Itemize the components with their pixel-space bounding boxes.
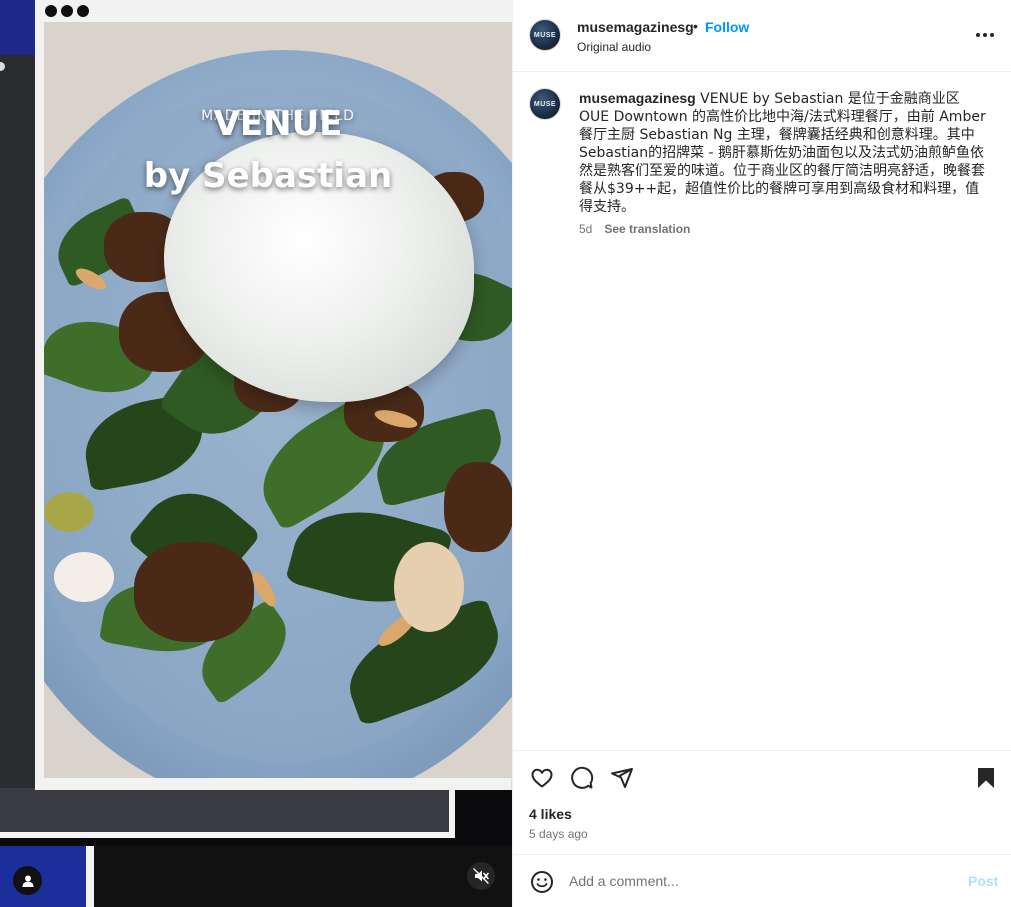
golden-raisin — [44, 492, 94, 532]
cauliflower-floret — [54, 552, 114, 602]
overlay-caption-by: by Sebastian — [143, 156, 393, 196]
header-separator: • — [693, 18, 698, 34]
post-details-panel: MUSE musemagazinesg • Follow Original au… — [512, 0, 1011, 907]
comment-input[interactable] — [569, 869, 949, 893]
heart-icon — [531, 768, 553, 788]
post-actions: 4 likes 5 days ago — [513, 750, 1011, 854]
likes-count[interactable]: 4 likes — [529, 806, 572, 822]
save-button[interactable] — [973, 765, 999, 791]
roasted-cauliflower — [444, 462, 512, 552]
caption-body: musemagazinesg VENUE by Sebastian 是位于金融商… — [579, 89, 989, 216]
comment-button[interactable] — [569, 765, 595, 791]
caption-text: VENUE by Sebastian 是位于金融商业区 OUE Downtown… — [579, 91, 986, 215]
header-username[interactable]: musemagazinesg — [577, 19, 694, 35]
muted-speaker-icon — [473, 868, 489, 884]
background-video-dark-panel — [0, 788, 455, 838]
share-button[interactable] — [609, 765, 635, 791]
window-dot-icon — [77, 5, 89, 17]
background-video-dark-left — [0, 55, 35, 790]
comment-icon — [571, 766, 594, 789]
background-video-black-bottom — [94, 846, 512, 907]
window-dot-icon — [61, 5, 73, 17]
user-icon — [22, 875, 33, 887]
background-divider — [86, 846, 94, 907]
caption-username[interactable]: musemagazinesg — [579, 90, 696, 106]
avatar[interactable]: MUSE — [529, 19, 561, 51]
screenshot-window-frame: MADE IN THE FIELD VENUE by Sebastian — [35, 0, 512, 790]
window-title-bar — [35, 0, 512, 22]
like-button[interactable] — [529, 765, 555, 791]
post-timestamp[interactable]: 5 days ago — [529, 827, 588, 841]
caption-age[interactable]: 5d — [579, 222, 592, 236]
overlay-caption-venue: VENUE — [213, 104, 343, 144]
bookmark-icon — [978, 768, 994, 788]
food-photo[interactable]: MADE IN THE FIELD VENUE by Sebastian — [44, 22, 512, 778]
emoji-icon — [531, 871, 553, 893]
window-dot-icon — [45, 5, 57, 17]
follow-button[interactable]: Follow — [705, 19, 749, 35]
more-options-button[interactable] — [973, 26, 997, 44]
media-pane: MADE IN THE FIELD VENUE by Sebastian — [0, 0, 512, 907]
more-dot-icon — [976, 33, 980, 37]
emoji-button[interactable] — [529, 869, 555, 895]
more-dot-icon — [983, 33, 987, 37]
avatar[interactable]: MUSE — [529, 88, 561, 120]
add-comment-bar: Post — [513, 854, 1011, 907]
tagged-users-button[interactable] — [13, 866, 42, 895]
post-comment-button[interactable]: Post — [968, 873, 998, 889]
see-translation-link[interactable]: See translation — [604, 222, 690, 236]
roasted-cauliflower — [134, 542, 254, 642]
audio-label[interactable]: Original audio — [577, 40, 651, 54]
background-video-blue-top — [0, 0, 35, 55]
mute-button[interactable] — [467, 862, 495, 890]
post-header: MUSE musemagazinesg • Follow Original au… — [513, 0, 1011, 72]
more-dot-icon — [990, 33, 994, 37]
almond-sliver — [394, 542, 464, 632]
caption-meta: 5d See translation — [579, 222, 690, 236]
share-icon — [611, 768, 633, 788]
